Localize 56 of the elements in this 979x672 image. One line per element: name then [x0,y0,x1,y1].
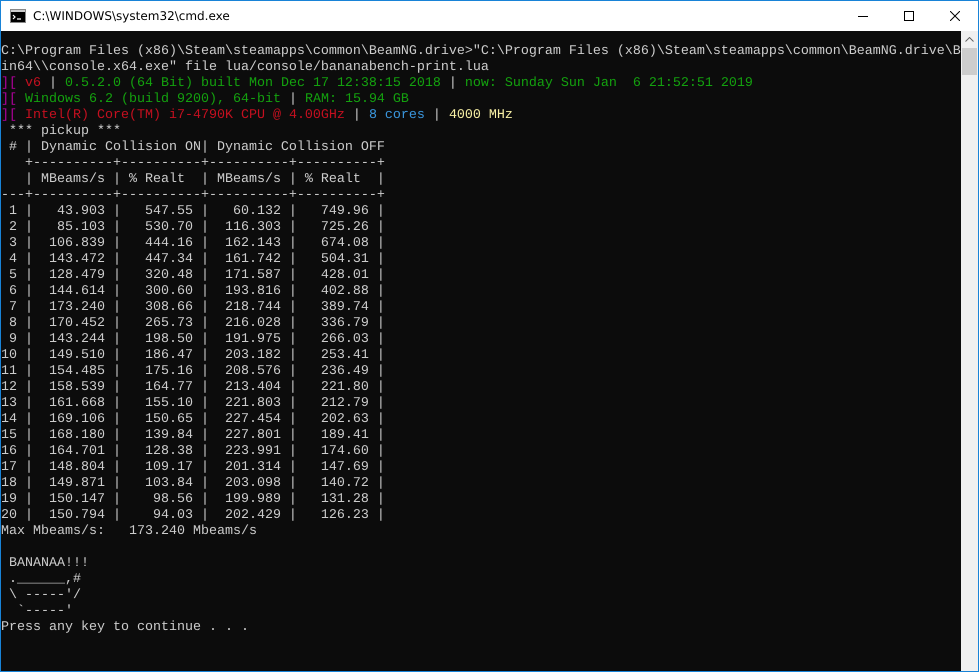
console-text: \ -----'/ [8,588,81,603]
window-title: C:\WINDOWS\system32\cmd.exe [33,9,230,23]
console-text: | [288,92,298,107]
console-text: 19 | 150.147 | 98.56 | 199.989 | 131.28 | [1,492,385,507]
console-text: 11 | 154.485 | 175.16 | 208.576 | 236.49 | [1,364,385,379]
scroll-thumb[interactable] [962,48,977,75]
console-text: 7 | 173.240 | 308.66 | 218.744 | 389.74 | [8,300,385,315]
console-text: ][ [1,92,18,107]
console-text: `-----' [16,604,73,619]
console-text: 8 | 170.452 | 265.73 | 216.028 | 336.79 | [8,316,385,331]
console-text: ---+----------+----------+----------+----------+ [1,188,385,203]
console-text: | MBeams/s | % Realt | MBeams/s | % Realt | [24,172,385,187]
maximize-icon [904,11,914,21]
console-text: Press any key to continue . . . [1,620,249,635]
console-text: Intel(R) Core(TM) i7-4790K CPU @ 4.00GHz [25,108,345,123]
console-text: ][ [1,108,18,123]
console-text: 13 | 161.668 | 155.10 | 221.803 | 212.79 | [1,396,385,411]
console-text: *** pickup *** [8,124,121,139]
console-text: 5 | 128.479 | 320.48 | 171.587 | 428.01 | [8,268,385,283]
console-text: 2 | 85.103 | 530.70 | 116.303 | 725.26 | [8,220,385,235]
console-text: 8 cores [368,108,425,123]
console-text: Max Mbeams/s: 173.240 Mbeams/s [1,524,257,539]
console-text: 0.5.2.0 (64 Bit) built Mon Dec 17 12:38:15 2018 [65,76,441,91]
console-text: 16 | 164.701 | 128.38 | 223.991 | 174.60 | [1,444,385,459]
console-text: Windows 6.2 (build 9200), 64-bit [25,92,281,107]
console-text: 3 | 106.839 | 444.16 | 162.143 | 674.08 | [8,236,385,251]
scrollbar[interactable] [961,31,978,671]
console-text: 17 | 148.804 | 109.17 | 201.314 | 147.69 | [1,460,385,475]
console-text: | [448,76,458,91]
console-text: 18 | 149.871 | 103.84 | 203.098 | 140.72 | [1,476,385,491]
console-text: | [352,108,362,123]
console-text: +----------+----------+----------+----------+ [24,156,385,171]
console-text: 14 | 169.106 | 150.65 | 227.454 | 202.63 | [1,412,385,427]
console-text: | [48,76,58,91]
console-text: 9 | 143.244 | 198.50 | 191.975 | 266.03 | [8,332,385,347]
console-text: .______,# [8,572,81,587]
console-text: 6 | 144.614 | 300.60 | 193.816 | 402.88 | [8,284,385,299]
console-text: ][ [1,76,18,91]
console-text: C:\Program Files (x86)\Steam\steamapps\common\BeamNG.drive>"C:\Program Files (x86)\Steam\steamapps\common\BeamNG.drive\B [1,44,961,59]
console-text: 4 | 143.472 | 447.34 | 161.742 | 504.31 | [8,252,385,267]
console-text: | [432,108,442,123]
console-text: RAM: 15.94 GB [304,92,409,107]
console-text: 10 | 149.510 | 186.47 | 203.182 | 253.41 | [1,348,385,363]
console-icon [10,9,26,23]
console-text: BANANAA!!! [8,556,89,571]
close-icon [950,11,960,21]
console-text: 4000 MHz [448,108,513,123]
console-text: 1 | 43.903 | 547.55 | 60.132 | 749.96 | [8,204,385,219]
console-text: 12 | 158.539 | 164.77 | 213.404 | 221.80 | [1,380,385,395]
console-text: v6 [25,76,41,91]
console-text: now: Sunday Sun Jan 6 21:52:51 2019 [464,76,753,91]
console-text: in64\\console.x64.exe" file lua/console/bananabench-print.lua [1,60,489,75]
scroll-up-icon[interactable] [965,37,974,42]
console-text: 15 | 168.180 | 139.84 | 227.801 | 189.41 | [1,428,385,443]
console-text: # | Dynamic Collision ON| Dynamic Collision OFF [8,140,385,155]
console-text: 20 | 150.794 | 94.03 | 202.429 | 126.23 | [1,508,385,523]
